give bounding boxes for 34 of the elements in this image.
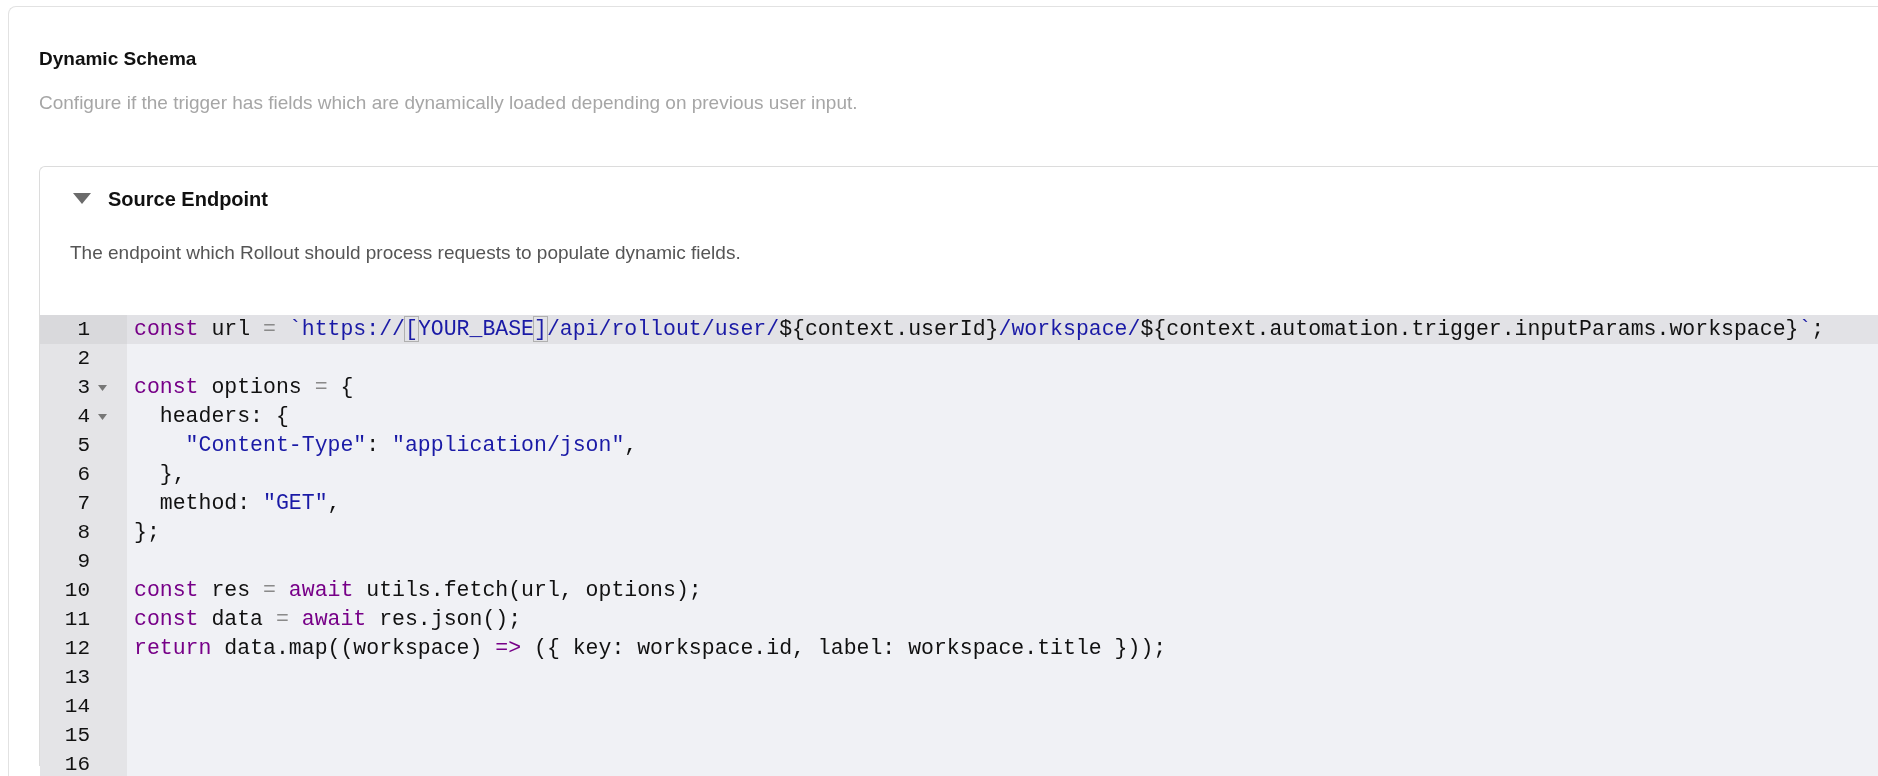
panel-title[interactable]: Source Endpoint <box>108 184 268 214</box>
code-line: const url = `https://[YOUR_BASE]/api/rollout/user/${context.userId}/workspace/${context.automation.trigger.inputParams.workspace}`; <box>134 316 1825 343</box>
line-number: 7 <box>77 491 90 517</box>
line-number: 8 <box>77 520 90 546</box>
code-line: }, <box>158 461 186 488</box>
code-line: return data.map((workspace) => ({ key: workspace.id, label: workspace.title })); <box>134 635 1167 662</box>
line-number: 1 <box>77 317 90 343</box>
collapse-triangle-icon[interactable] <box>72 192 92 206</box>
code-line: method: "GET", <box>158 490 341 517</box>
panel-description: The endpoint which Rollout should process requests to populate dynamic fields. <box>69 241 742 265</box>
line-number: 16 <box>64 752 90 776</box>
code-line: const res = await utils.fetch(url, options); <box>134 577 702 604</box>
line-number: 9 <box>77 549 90 575</box>
fold-arrow-icon[interactable] <box>98 414 107 420</box>
line-number: 15 <box>64 723 90 749</box>
section-title: Dynamic Schema <box>39 47 198 71</box>
line-number: 12 <box>64 636 90 662</box>
code-line: }; <box>134 519 160 546</box>
line-number: 4 <box>77 404 90 430</box>
line-number: 3 <box>77 375 90 401</box>
section-description: Configure if the trigger has fields which are dynamically loaded depending on previous user input. <box>39 91 859 115</box>
code-editor[interactable] <box>40 315 1878 776</box>
code-line: const options = { <box>134 374 354 401</box>
line-number: 5 <box>77 433 90 459</box>
code-line: const data = await res.json(); <box>134 606 522 633</box>
code-line: "Content-Type": "application/json", <box>184 432 638 459</box>
fold-arrow-icon[interactable] <box>98 385 107 391</box>
code-line: headers: { <box>158 403 289 430</box>
line-number: 10 <box>64 578 90 604</box>
line-number: 14 <box>64 694 90 720</box>
line-number: 6 <box>77 462 90 488</box>
line-number: 2 <box>77 346 90 372</box>
line-number: 13 <box>64 665 90 691</box>
line-number: 11 <box>64 607 90 633</box>
